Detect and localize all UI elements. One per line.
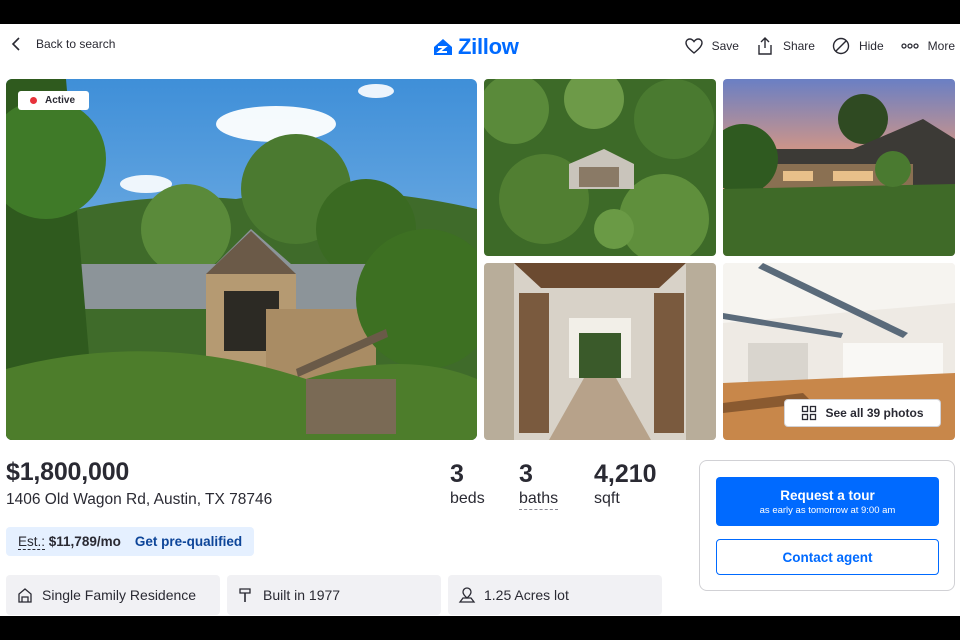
status-badge: Active bbox=[18, 91, 90, 110]
more-dots-icon bbox=[901, 43, 919, 49]
request-tour-title: Request a tour bbox=[780, 487, 875, 503]
zillow-logo[interactable]: Zillow bbox=[432, 34, 519, 60]
contact-agent-button[interactable]: Contact agent bbox=[716, 539, 939, 575]
main-photo[interactable] bbox=[6, 79, 477, 440]
lot-icon bbox=[458, 587, 476, 603]
estimate-label[interactable]: Est.: bbox=[18, 534, 46, 550]
back-label: Back to search bbox=[36, 37, 116, 51]
photo-aerial[interactable] bbox=[484, 79, 716, 256]
hide-label: Hide bbox=[858, 39, 884, 53]
estimate-amount: $11,789/mo bbox=[48, 534, 121, 549]
save-button[interactable]: Save bbox=[684, 36, 739, 56]
estimate-bar: Est.: $11,789/mo Get pre-qualified bbox=[6, 527, 255, 556]
request-tour-button[interactable]: Request a tour as early as tomorrow at 9… bbox=[716, 477, 939, 526]
sqft-value: 4,210 bbox=[594, 460, 657, 488]
highlight-type: Single Family Residence bbox=[6, 575, 220, 615]
highlight-year: Built in 1977 bbox=[227, 575, 441, 615]
chevron-left-icon bbox=[11, 37, 20, 51]
back-to-search-link[interactable]: Back to search bbox=[8, 36, 115, 52]
beds-value: 3 bbox=[450, 460, 464, 488]
active-dot-icon bbox=[30, 97, 37, 104]
beds-fact: 3 beds bbox=[450, 460, 485, 508]
highlight-lot-text: 1.25 Acres lot bbox=[484, 587, 569, 603]
see-all-photos-button[interactable]: See all 39 photos bbox=[784, 399, 941, 427]
share-button[interactable]: Share bbox=[755, 36, 815, 56]
share-icon bbox=[758, 37, 772, 55]
highlight-lot: 1.25 Acres lot bbox=[448, 575, 662, 615]
status-label: Active bbox=[45, 95, 76, 106]
get-pre-qualified-link[interactable]: Get pre-qualified bbox=[135, 534, 242, 549]
highlights: Single Family Residence Built in 1977 1.… bbox=[6, 575, 662, 615]
house-icon bbox=[18, 588, 32, 603]
top-header: Back to search Zillow Save Share Hide Mo… bbox=[0, 24, 960, 70]
logo-text: Zillow bbox=[458, 34, 519, 59]
zillow-logo-icon bbox=[434, 39, 452, 55]
share-label: Share bbox=[782, 39, 815, 53]
listing-address: 1406 Old Wagon Rd, Austin, TX 78746 bbox=[6, 491, 273, 508]
sqft-fact: 4,210 sqft bbox=[594, 460, 657, 508]
grid-icon bbox=[802, 405, 817, 421]
more-button[interactable]: More bbox=[900, 36, 955, 56]
contact-card: Request a tour as early as tomorrow at 9… bbox=[699, 460, 955, 591]
listing-price: $1,800,000 bbox=[6, 458, 130, 486]
header-actions: Save Share Hide More bbox=[684, 36, 955, 56]
hammer-icon bbox=[239, 588, 251, 602]
more-label: More bbox=[927, 39, 955, 53]
save-label: Save bbox=[711, 39, 739, 53]
baths-value: 3 bbox=[519, 460, 533, 488]
sqft-label: sqft bbox=[594, 490, 620, 507]
photo-exterior-sunset[interactable] bbox=[723, 79, 955, 256]
listing-page: Back to search Zillow Save Share Hide Mo… bbox=[0, 24, 960, 616]
see-all-label: See all 39 photos bbox=[825, 406, 924, 420]
estimate-group: Est.: $11,789/mo bbox=[18, 534, 121, 550]
highlight-type-text: Single Family Residence bbox=[42, 587, 197, 603]
photo-entry-doors[interactable] bbox=[484, 263, 716, 440]
highlight-year-text: Built in 1977 bbox=[263, 587, 341, 603]
beds-label: beds bbox=[450, 490, 485, 507]
request-tour-subtitle: as early as tomorrow at 9:00 am bbox=[759, 504, 896, 516]
heart-icon bbox=[684, 38, 703, 54]
hide-button[interactable]: Hide bbox=[831, 36, 884, 56]
hide-icon bbox=[832, 37, 850, 55]
baths-label: baths bbox=[519, 490, 559, 510]
baths-fact[interactable]: 3 baths bbox=[519, 460, 559, 510]
